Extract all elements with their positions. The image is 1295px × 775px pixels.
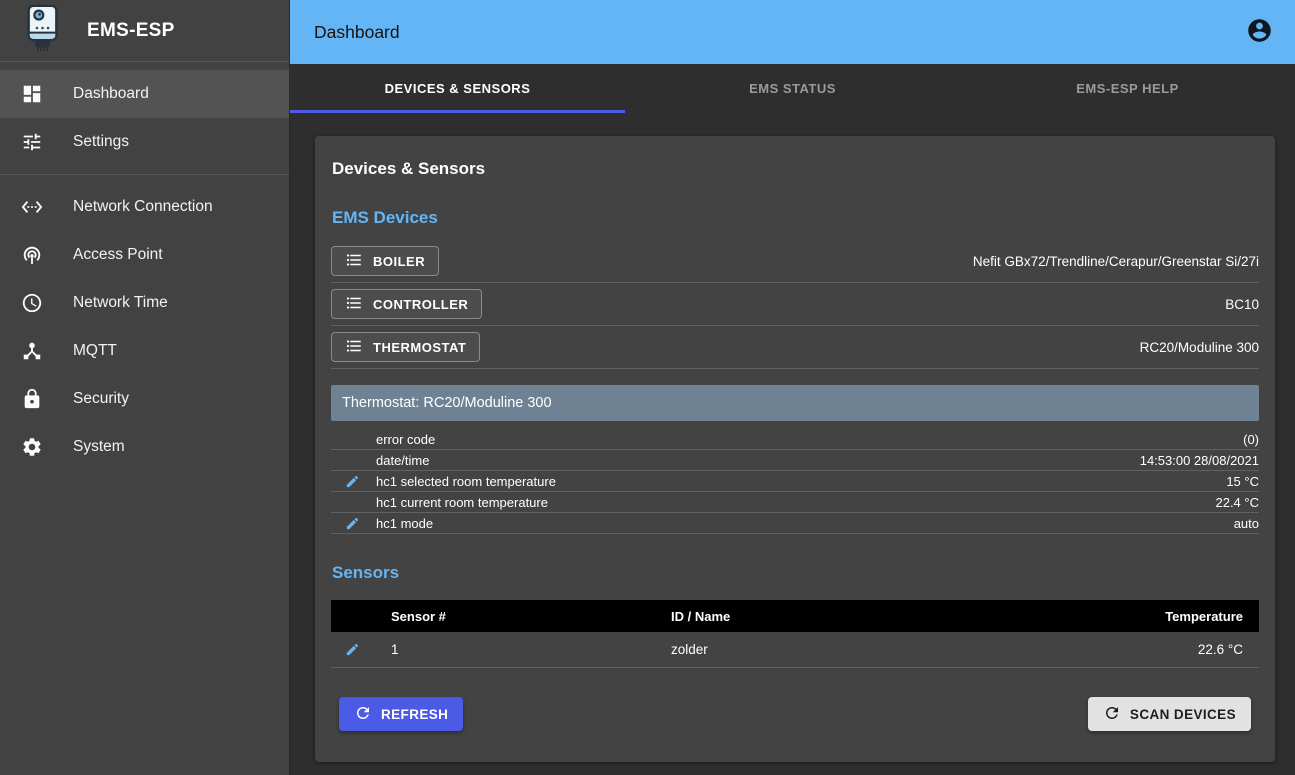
data-label: hc1 current room temperature (376, 495, 548, 510)
sidebar-item-mqtt[interactable]: MQTT (0, 327, 289, 375)
account-circle-icon (1246, 17, 1273, 47)
data-value: 15 °C (556, 474, 1259, 489)
edit-icon[interactable] (331, 474, 376, 489)
sidebar-item-system[interactable]: System (0, 423, 289, 471)
ems-device-list: BOILER Nefit GBx72/Trendline/Cerapur/Gre… (331, 240, 1259, 369)
tab-bar: DEVICES & SENSORS EMS STATUS EMS-ESP HEL… (290, 64, 1295, 113)
sidebar-nav: Dashboard Settings Network Connection Ac… (0, 62, 289, 471)
device-row-boiler: BOILER Nefit GBx72/Trendline/Cerapur/Gre… (331, 240, 1259, 283)
app-title: EMS-ESP (87, 20, 175, 42)
sidebar-header: EMS-ESP (0, 0, 289, 62)
sidebar-item-network-time[interactable]: Network Time (0, 279, 289, 327)
content-area: Devices & Sensors EMS Devices BOILER Nef… (290, 113, 1295, 775)
refresh-icon (1103, 704, 1121, 725)
data-row-hc1-selected-temp: hc1 selected room temperature 15 °C (331, 471, 1259, 492)
sidebar-item-label: Network Connection (73, 198, 213, 216)
refresh-icon (354, 704, 372, 725)
ems-devices-heading: EMS Devices (332, 208, 1259, 228)
device-hub-icon (21, 340, 43, 362)
device-button-label: BOILER (373, 254, 425, 269)
tab-ems-status[interactable]: EMS STATUS (625, 64, 960, 113)
data-label: error code (376, 432, 435, 447)
sidebar-divider (0, 174, 289, 175)
column-sensor-number: Sensor # (391, 609, 671, 624)
boiler-button[interactable]: BOILER (331, 246, 439, 276)
data-value: (0) (435, 432, 1259, 447)
controller-button[interactable]: CONTROLLER (331, 289, 482, 319)
data-label: hc1 mode (376, 516, 433, 531)
sensor-row: 1 zolder 22.6 °C (331, 632, 1259, 668)
data-value: 22.4 °C (548, 495, 1259, 510)
sidebar-item-label: Security (73, 390, 129, 408)
device-model: Nefit GBx72/Trendline/Cerapur/Greenstar … (973, 254, 1259, 269)
ethernet-icon (21, 196, 43, 218)
card-actions: REFRESH SCAN DEVICES (331, 697, 1259, 731)
data-row-hc1-current-temp: hc1 current room temperature 22.4 °C (331, 492, 1259, 513)
sensor-temperature: 22.6 °C (1059, 642, 1259, 657)
sidebar-item-label: Access Point (73, 246, 163, 264)
device-data-title: Thermostat: RC20/Moduline 300 (342, 395, 552, 411)
column-temperature: Temperature (1059, 609, 1259, 624)
data-label: date/time (376, 453, 429, 468)
sensors-table-header: Sensor # ID / Name Temperature (331, 600, 1259, 632)
scan-devices-button-label: SCAN DEVICES (1130, 707, 1236, 722)
device-model: BC10 (1225, 297, 1259, 312)
device-data-header: Thermostat: RC20/Moduline 300 (331, 385, 1259, 421)
data-value: auto (433, 516, 1259, 531)
data-row-error-code: error code (0) (331, 429, 1259, 450)
lock-icon (21, 388, 43, 410)
column-id-name: ID / Name (671, 609, 1059, 624)
sensor-number: 1 (391, 642, 671, 657)
sidebar-item-label: System (73, 438, 125, 456)
data-row-hc1-mode: hc1 mode auto (331, 513, 1259, 534)
thermostat-button[interactable]: THERMOSTAT (331, 332, 480, 362)
sidebar-item-settings[interactable]: Settings (0, 118, 289, 166)
list-icon (345, 337, 363, 358)
data-value: 14:53:00 28/08/2021 (429, 453, 1259, 468)
sidebar: EMS-ESP Dashboard Settings Network Conne… (0, 0, 290, 775)
device-row-controller: CONTROLLER BC10 (331, 283, 1259, 326)
sidebar-item-label: Network Time (73, 294, 168, 312)
devices-sensors-card: Devices & Sensors EMS Devices BOILER Nef… (315, 136, 1275, 762)
appbar: Dashboard (290, 0, 1295, 64)
tab-devices-sensors[interactable]: DEVICES & SENSORS (290, 64, 625, 113)
list-icon (345, 294, 363, 315)
device-data-rows: error code (0) date/time 14:53:00 28/08/… (331, 429, 1259, 534)
edit-icon[interactable] (331, 516, 376, 531)
tab-label: EMS STATUS (749, 81, 836, 96)
tune-icon (21, 131, 43, 153)
sensors-table: Sensor # ID / Name Temperature 1 zolder … (331, 600, 1259, 668)
card-title: Devices & Sensors (332, 159, 1259, 179)
device-row-thermostat: THERMOSTAT RC20/Moduline 300 (331, 326, 1259, 369)
edit-icon[interactable] (331, 642, 376, 657)
data-row-date-time: date/time 14:53:00 28/08/2021 (331, 450, 1259, 471)
dashboard-icon (21, 83, 43, 105)
refresh-button-label: REFRESH (381, 707, 448, 722)
page-title: Dashboard (314, 22, 1239, 43)
account-button[interactable] (1239, 12, 1279, 52)
sidebar-item-dashboard[interactable]: Dashboard (0, 70, 289, 118)
tab-label: DEVICES & SENSORS (385, 81, 531, 96)
data-label: hc1 selected room temperature (376, 474, 556, 489)
wifi-tethering-icon (21, 244, 43, 266)
sensors-heading: Sensors (332, 563, 1259, 583)
sidebar-item-access-point[interactable]: Access Point (0, 231, 289, 279)
sidebar-item-label: Settings (73, 133, 129, 151)
device-model: RC20/Moduline 300 (1140, 340, 1259, 355)
device-button-label: CONTROLLER (373, 297, 468, 312)
gear-icon (21, 436, 43, 458)
list-icon (345, 251, 363, 272)
device-button-label: THERMOSTAT (373, 340, 466, 355)
boiler-icon (24, 4, 61, 57)
sidebar-item-label: MQTT (73, 342, 117, 360)
sidebar-item-security[interactable]: Security (0, 375, 289, 423)
tab-ems-esp-help[interactable]: EMS-ESP HELP (960, 64, 1295, 113)
scan-devices-button[interactable]: SCAN DEVICES (1088, 697, 1251, 731)
sensor-name: zolder (671, 642, 1059, 657)
clock-icon (21, 292, 43, 314)
sidebar-item-label: Dashboard (73, 85, 149, 103)
refresh-button[interactable]: REFRESH (339, 697, 463, 731)
sidebar-item-network-connection[interactable]: Network Connection (0, 183, 289, 231)
tab-label: EMS-ESP HELP (1076, 81, 1179, 96)
